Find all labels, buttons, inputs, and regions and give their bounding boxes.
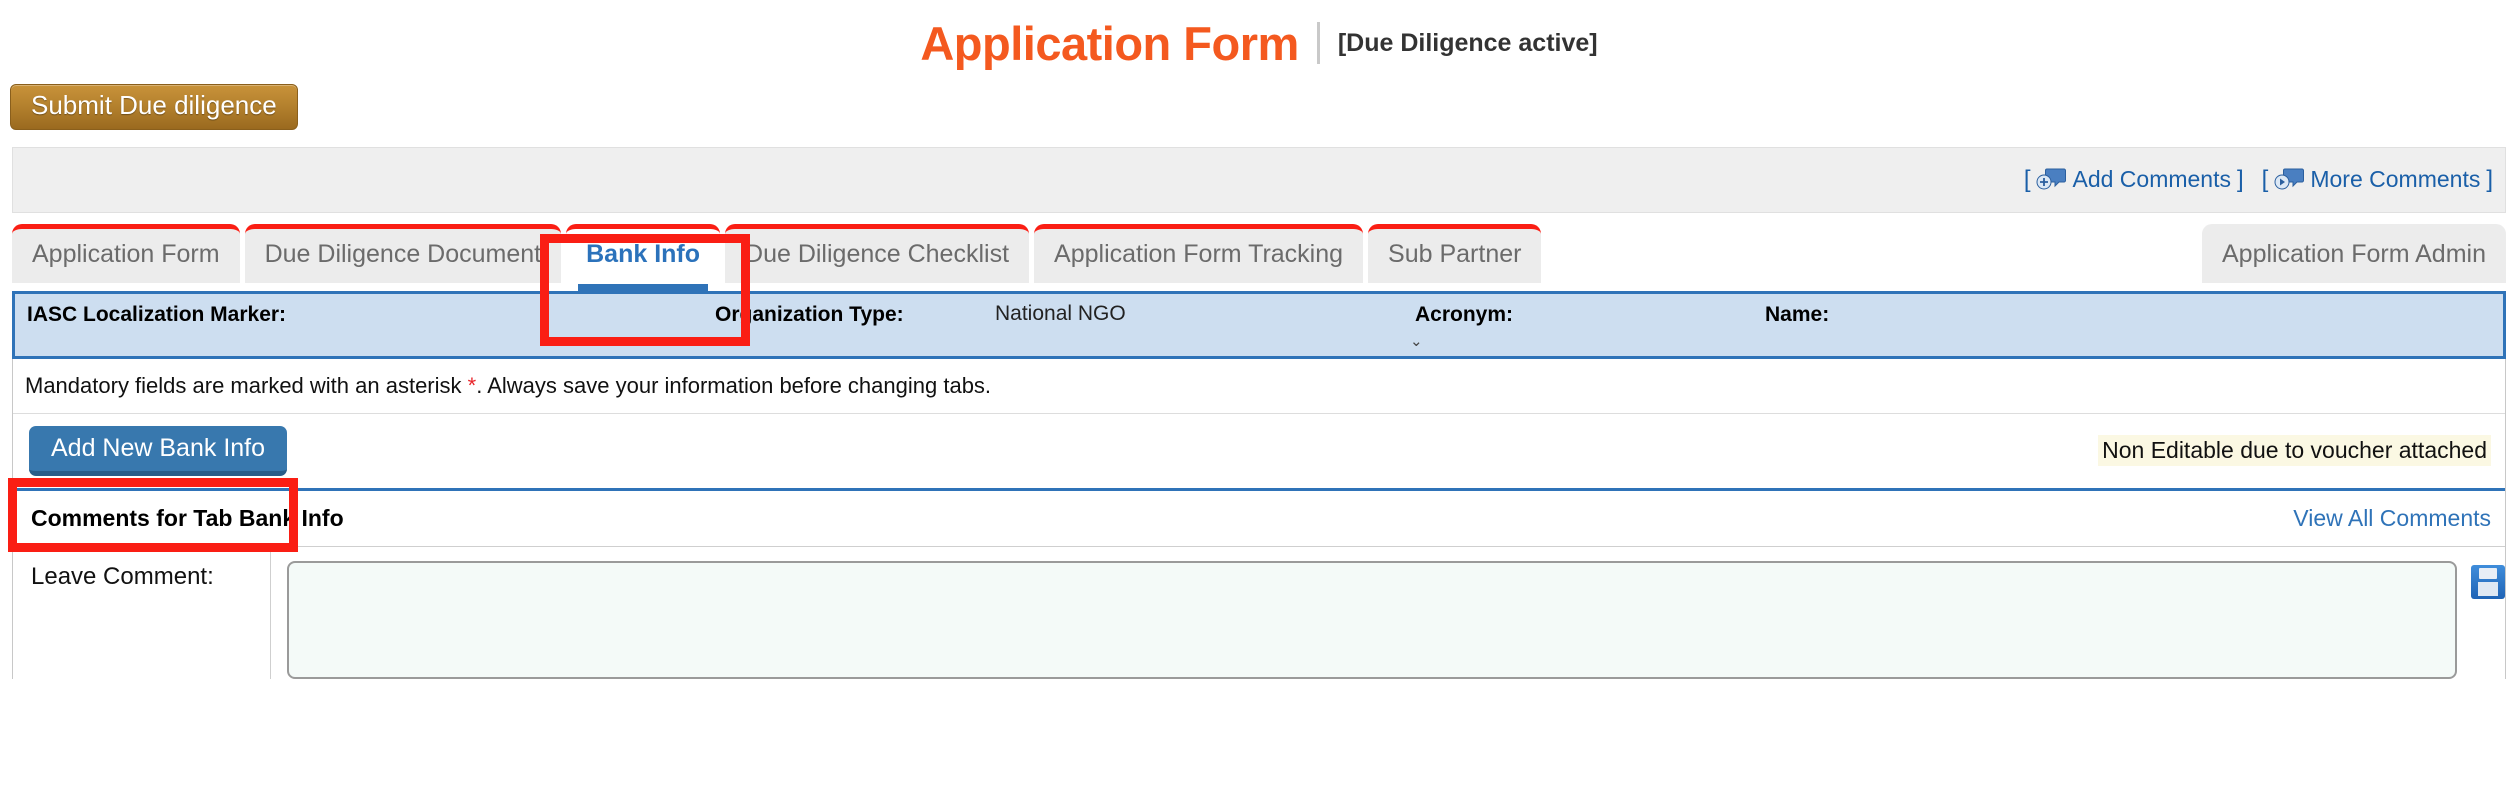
- required-asterisk: *: [467, 372, 477, 398]
- submit-bar: Submit Due diligence: [0, 72, 2518, 130]
- bracket-open-2: [: [2261, 165, 2269, 193]
- bracket-close: ]: [2237, 165, 2244, 193]
- mandatory-notice-post: . Always save your information before ch…: [476, 372, 992, 398]
- leave-comment-field-col: [271, 547, 2505, 680]
- tab-bank-info[interactable]: Bank Info: [566, 224, 721, 291]
- organization-type-value-cell: National NGO: [995, 302, 1415, 356]
- iasc-marker-cell: IASC Localization Marker:: [15, 302, 715, 356]
- non-editable-message: Non Editable due to voucher attached: [2098, 435, 2491, 467]
- leave-comment-input[interactable]: [287, 561, 2457, 680]
- name-cell: Name:: [1765, 302, 2165, 356]
- add-new-bank-info-button[interactable]: Add New Bank Info: [29, 425, 288, 477]
- organization-type-cell: Organization Type:: [715, 302, 995, 356]
- comment-more-icon: [2274, 168, 2305, 192]
- comment-add-icon: [2036, 168, 2067, 192]
- tab-due-diligence-checklist[interactable]: Due Diligence Checklist: [725, 224, 1030, 283]
- organization-type-label: Organization Type:: [715, 302, 904, 326]
- comments-section-header: Comments for Tab Bank Info View All Comm…: [13, 491, 2505, 548]
- page-title: Application Form: [920, 16, 1299, 70]
- submit-due-diligence-button[interactable]: Submit Due diligence: [10, 84, 298, 130]
- tab-application-form-admin[interactable]: Application Form Admin: [2201, 224, 2506, 283]
- mandatory-notice-pre: Mandatory fields are marked with an aste…: [25, 372, 468, 398]
- due-diligence-status: [Due Diligence active]: [1337, 28, 1598, 57]
- add-comments-label: Add Comments: [2072, 166, 2231, 193]
- acronym-cell: Acronym:: [1415, 302, 1765, 356]
- bracket-open: [: [2023, 165, 2031, 193]
- comments-section-title: Comments for Tab Bank Info: [31, 505, 344, 532]
- more-comments-link[interactable]: [ More Comments ]: [2262, 166, 2493, 194]
- comments-toolbar: [ Add Comments ] [ More Comments ]: [12, 146, 2506, 213]
- page-header: Application Form [Due Diligence active]: [0, 0, 2518, 72]
- more-comments-label: More Comments: [2310, 166, 2481, 193]
- tab-application-form[interactable]: Application Form: [12, 224, 240, 283]
- tab-due-diligence-document[interactable]: Due Diligence Document: [244, 224, 562, 283]
- acronym-label: Acronym:: [1415, 302, 1514, 326]
- tab-application-form-tracking[interactable]: Application Form Tracking: [1034, 224, 1364, 283]
- iasc-marker-label: IASC Localization Marker:: [27, 302, 287, 326]
- bank-info-action-row: Add New Bank Info Non Editable due to vo…: [13, 414, 2505, 492]
- tab-bar: Application Form Due Diligence Document …: [12, 221, 2506, 291]
- chevron-down-icon: ⌄: [1410, 332, 1423, 350]
- name-label: Name:: [1765, 302, 1830, 326]
- organization-info-strip: IASC Localization Marker: Organization T…: [12, 290, 2506, 359]
- view-all-comments-link[interactable]: View All Comments: [2293, 505, 2491, 532]
- save-floppy-icon[interactable]: [2471, 565, 2505, 600]
- title-separator: [1316, 22, 1320, 64]
- bank-info-panel: Mandatory fields are marked with an aste…: [12, 358, 2506, 680]
- mandatory-fields-notice: Mandatory fields are marked with an aste…: [13, 359, 2505, 414]
- leave-comment-row: Leave Comment:: [13, 547, 2505, 680]
- bracket-close-2: ]: [2486, 165, 2493, 193]
- organization-type-value: National NGO: [995, 301, 1126, 325]
- tab-sub-partner[interactable]: Sub Partner: [1368, 224, 1542, 283]
- add-comments-link[interactable]: [ Add Comments ]: [2024, 166, 2244, 194]
- leave-comment-label: Leave Comment:: [13, 547, 271, 680]
